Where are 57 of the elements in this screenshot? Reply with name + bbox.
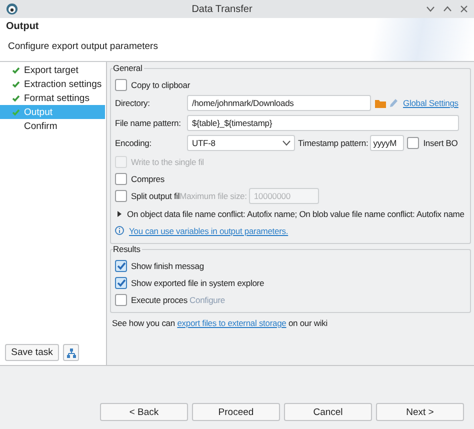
sidebar-item[interactable]: Format settings xyxy=(0,91,105,105)
field-label: Maximum file size: xyxy=(180,191,247,201)
group-title: Results xyxy=(113,244,142,254)
checkbox-label: Insert BO xyxy=(423,138,458,148)
file-name-pattern-field[interactable]: ${table}_${timestamp} xyxy=(187,115,459,131)
checkbox[interactable] xyxy=(115,78,127,90)
encoding-dropdown[interactable]: UTF-8 xyxy=(187,135,295,151)
folder-icon xyxy=(375,98,386,108)
field-label: Timestamp pattern: xyxy=(298,138,368,148)
max-file-size-field: 10000000 xyxy=(248,188,319,204)
checkbox-label: Write to the single fil xyxy=(131,156,204,166)
directory-field[interactable]: /home/johnmark/Downloads xyxy=(187,95,371,111)
dialog-button[interactable]: Proceed xyxy=(192,403,280,421)
checkbox-label: Execute proces xyxy=(131,294,188,304)
page-description: Configure export output parameters xyxy=(8,41,158,52)
field-label: Directory: xyxy=(115,98,151,108)
checkbox[interactable] xyxy=(407,137,420,149)
chevron-down-icon xyxy=(282,140,291,146)
timestamp-pattern-field[interactable]: yyyyM xyxy=(370,135,404,151)
sidebar-item[interactable]: Extraction settings xyxy=(0,77,105,91)
pencil-icon xyxy=(389,98,398,108)
checkbox[interactable] xyxy=(115,190,127,202)
checkbox[interactable] xyxy=(115,260,127,272)
checkbox-label: Compres xyxy=(131,174,164,184)
tasks-button[interactable] xyxy=(63,344,79,361)
variables-help-link[interactable]: You can use variables in output parameters. xyxy=(129,226,288,236)
expander-toggle[interactable] xyxy=(115,210,124,216)
save-task-button[interactable]: Save task xyxy=(5,344,59,361)
field-label: File name pattern: xyxy=(115,118,182,128)
dialog-button[interactable]: Cancel xyxy=(284,403,372,421)
minimize-icon xyxy=(426,6,435,12)
checkbox[interactable] xyxy=(115,294,127,306)
checkbox-label: Show finish messag xyxy=(131,260,204,270)
sidebar-item[interactable]: Export target xyxy=(0,63,105,77)
network-icon xyxy=(66,348,76,358)
dialog-button[interactable]: Next > xyxy=(376,403,464,421)
global-settings-link[interactable]: Global Settings xyxy=(403,98,458,108)
maximize-icon xyxy=(443,6,452,12)
window-title: Data Transfer xyxy=(190,4,254,14)
info-icon xyxy=(115,226,124,235)
wiki-hint: See how you can export files to external storage on our wiki xyxy=(112,318,328,328)
sidebar-item[interactable]: Confirm xyxy=(0,119,105,133)
triangle-right-icon xyxy=(117,210,122,216)
close-icon xyxy=(460,5,468,13)
field-label: Encoding: xyxy=(115,138,152,148)
app-logo-icon xyxy=(6,3,18,15)
configure-link: Configure xyxy=(190,294,226,304)
checkbox-label: Show exported file in system explore xyxy=(131,278,264,288)
page-title: Output xyxy=(6,21,39,32)
group-title: General xyxy=(113,63,144,73)
conflict-summary: On object data file name conflict: Autofix name; On blob value file name conflict: Autofix name xyxy=(127,208,464,218)
checkbox-label: Copy to clipboar xyxy=(131,80,190,90)
external-storage-link[interactable]: export files to external storage xyxy=(177,318,286,328)
checkbox-label: Split output fil xyxy=(131,191,180,201)
checkbox[interactable] xyxy=(115,276,127,288)
dialog-button[interactable]: < Back xyxy=(100,403,188,421)
checkbox[interactable] xyxy=(115,172,127,184)
